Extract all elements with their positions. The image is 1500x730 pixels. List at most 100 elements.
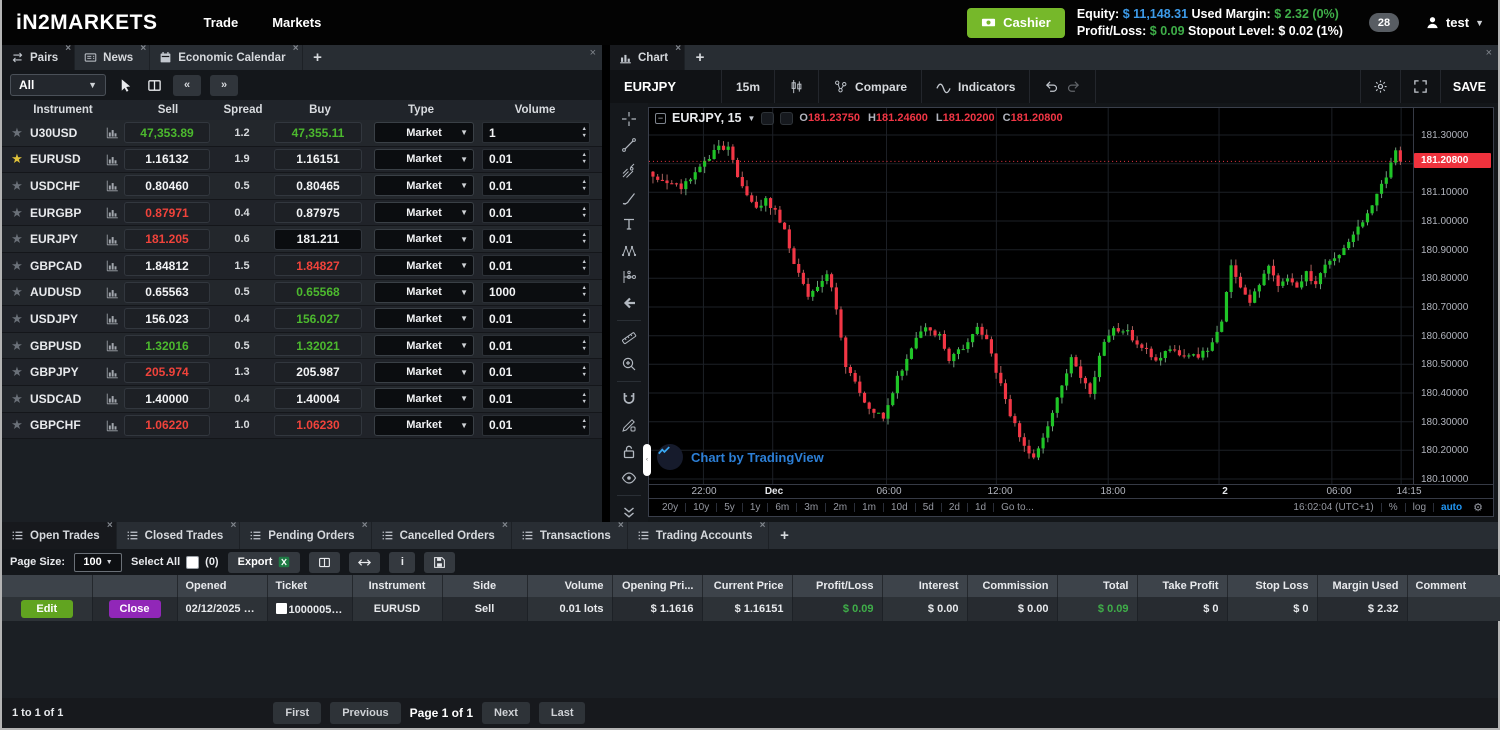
range-2m-button[interactable]: 2m	[826, 502, 854, 513]
range-6m-button[interactable]: 6m	[768, 502, 796, 513]
ruler-tool-icon[interactable]	[616, 328, 642, 347]
volume-input[interactable]: 0.01▲▼	[482, 255, 590, 276]
page-size-select[interactable]: 100 ▼	[74, 553, 122, 572]
collapse-all-button[interactable]: «	[173, 75, 201, 96]
panel-close-icon[interactable]: ×	[1486, 47, 1492, 59]
nav-trade[interactable]: Trade	[204, 15, 239, 30]
sell-price-button[interactable]: 205.974	[124, 362, 210, 383]
open-chart-icon[interactable]	[100, 339, 124, 352]
sell-price-button[interactable]: 0.87971	[124, 202, 210, 223]
col-header-side[interactable]: Side	[442, 575, 527, 597]
open-chart-icon[interactable]	[100, 419, 124, 432]
fullscreen-button[interactable]	[1400, 70, 1440, 103]
order-type-select[interactable]: Market▼	[374, 362, 474, 383]
previous-page-button[interactable]: Previous	[330, 702, 400, 724]
col-header-profit-loss[interactable]: Profit/Loss	[792, 575, 882, 597]
volume-input[interactable]: 1000▲▼	[482, 282, 590, 303]
order-type-select[interactable]: Market▼	[374, 175, 474, 196]
sell-price-button[interactable]: 1.06220	[124, 415, 210, 436]
range-5y-button[interactable]: 5y	[717, 502, 742, 513]
fit-columns-button[interactable]	[349, 552, 380, 573]
col-header-interest[interactable]: Interest	[882, 575, 967, 597]
volume-input[interactable]: 1▲▼	[482, 122, 590, 143]
favorite-star-icon[interactable]: ★	[4, 311, 30, 327]
interval-button[interactable]: 15m	[722, 70, 775, 103]
buy-price-button[interactable]: 1.84827	[274, 255, 362, 276]
lock-tool-icon[interactable]	[616, 442, 642, 461]
buy-price-button[interactable]: 0.87975	[274, 202, 362, 223]
range-1d-button[interactable]: 1d	[968, 502, 993, 513]
open-chart-icon[interactable]	[100, 286, 124, 299]
open-chart-icon[interactable]	[100, 179, 124, 192]
sell-price-button[interactable]: 156.023	[124, 308, 210, 329]
favorite-star-icon[interactable]: ★	[4, 178, 30, 194]
sell-price-button[interactable]: 1.16132	[124, 149, 210, 170]
volume-stepper[interactable]: ▲▼	[582, 283, 587, 302]
panel-close-icon[interactable]: ×	[590, 47, 596, 59]
tab-chart[interactable]: Chart×	[610, 45, 685, 70]
sell-price-button[interactable]: 181.205	[124, 229, 210, 250]
range-20y-button[interactable]: 20y	[655, 502, 685, 513]
col-header-commission[interactable]: Commission	[967, 575, 1057, 597]
tab-economic-calendar[interactable]: Economic Calendar×	[150, 45, 302, 70]
new-tab-button[interactable]: +	[685, 45, 715, 70]
favorite-star-icon[interactable]: ★	[4, 125, 30, 141]
buy-price-button[interactable]: 1.40004	[274, 388, 362, 409]
volume-input[interactable]: 0.01▲▼	[482, 415, 590, 436]
order-type-select[interactable]: Market▼	[374, 229, 474, 250]
volume-stepper[interactable]: ▲▼	[582, 389, 587, 408]
favorite-star-icon[interactable]: ★	[4, 391, 30, 407]
buy-price-button[interactable]: 47,355.11	[274, 122, 362, 143]
notifications-badge[interactable]: 28	[1369, 13, 1399, 32]
brush-tool-icon[interactable]	[616, 188, 642, 207]
volume-stepper[interactable]: ▲▼	[582, 123, 587, 142]
col-header-blank-1[interactable]	[92, 575, 177, 597]
favorite-star-icon[interactable]: ★	[4, 258, 30, 274]
arrowleft-tool-icon[interactable]	[616, 294, 642, 313]
volume-input[interactable]: 0.01▲▼	[482, 175, 590, 196]
open-chart-icon[interactable]	[100, 126, 124, 139]
buy-price-button[interactable]: 1.16151	[274, 149, 362, 170]
sell-price-button[interactable]: 0.65563	[124, 282, 210, 303]
tab-trading-accounts[interactable]: Trading Accounts×	[628, 522, 770, 549]
volume-input[interactable]: 0.01▲▼	[482, 335, 590, 356]
order-type-select[interactable]: Market▼	[374, 255, 474, 276]
axis-settings-gear-icon[interactable]: ⚙	[1469, 501, 1487, 514]
favorite-star-icon[interactable]: ★	[4, 151, 30, 167]
panel-collapse-handle[interactable]: ‹	[643, 444, 651, 476]
edit-trade-button[interactable]: Edit	[21, 600, 73, 618]
buy-price-button[interactable]: 1.06230	[274, 415, 362, 436]
tab-pending-orders[interactable]: Pending Orders×	[240, 522, 371, 549]
first-page-button[interactable]: First	[273, 702, 321, 724]
col-header-ticket[interactable]: Ticket	[267, 575, 352, 597]
legend-eye-icon[interactable]	[761, 112, 774, 125]
favorite-star-icon[interactable]: ★	[4, 338, 30, 354]
save-chart-button[interactable]: SAVE	[1440, 70, 1498, 103]
pencil-tool-icon[interactable]	[616, 416, 642, 435]
open-chart-icon[interactable]	[100, 392, 124, 405]
tab-pairs[interactable]: Pairs×	[2, 45, 75, 70]
open-chart-icon[interactable]	[100, 312, 124, 325]
undo-icon[interactable]	[1044, 79, 1059, 94]
tab-close-icon[interactable]: ×	[362, 521, 368, 531]
nav-markets[interactable]: Markets	[272, 15, 321, 30]
buy-price-button[interactable]: 1.32021	[274, 335, 362, 356]
order-type-select[interactable]: Market▼	[374, 149, 474, 170]
tab-open-trades[interactable]: Open Trades×	[2, 522, 117, 549]
col-header-current-price[interactable]: Current Price	[702, 575, 792, 597]
favorite-star-icon[interactable]: ★	[4, 364, 30, 380]
magnet-tool-icon[interactable]	[616, 389, 642, 408]
new-tab-button[interactable]: +	[769, 522, 799, 549]
collapse-legend-icon[interactable]: −	[655, 113, 666, 124]
open-chart-icon[interactable]	[100, 366, 124, 379]
info-button[interactable]: i	[389, 552, 415, 573]
volume-stepper[interactable]: ▲▼	[582, 363, 587, 382]
col-header-stop-loss[interactable]: Stop Loss	[1227, 575, 1317, 597]
chart-settings-button[interactable]	[1360, 70, 1400, 103]
volume-input[interactable]: 0.01▲▼	[482, 202, 590, 223]
buy-price-button[interactable]: 0.65568	[274, 282, 362, 303]
instrument-filter-select[interactable]: All ▼	[10, 74, 106, 96]
order-type-select[interactable]: Market▼	[374, 202, 474, 223]
tab-close-icon[interactable]: ×	[230, 521, 236, 531]
col-header-opening-pri-[interactable]: Opening Pri...	[612, 575, 702, 597]
